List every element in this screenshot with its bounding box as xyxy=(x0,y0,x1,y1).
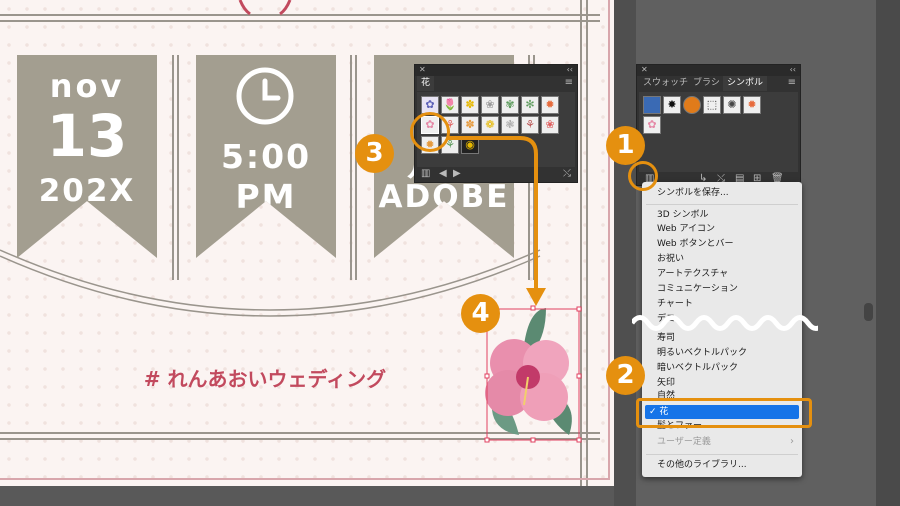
tab-brushes[interactable]: ブラシ xyxy=(689,76,724,91)
highlight-box xyxy=(636,398,812,428)
symbol-hibiscus[interactable]: ✿ xyxy=(643,116,661,134)
drag-arrow xyxy=(448,136,546,306)
panel-menu-icon[interactable]: ≡ xyxy=(788,77,796,88)
menu-item-other-library[interactable]: その他のライブラリ... xyxy=(657,459,747,472)
close-icon[interactable]: ✕ xyxy=(641,65,648,74)
close-icon[interactable]: ✕ xyxy=(419,65,426,74)
menu-item-art-texture[interactable]: アートテクスチャ xyxy=(657,268,728,281)
menu-item-dark-vector[interactable]: 暗いベクトルパック xyxy=(657,362,738,375)
menu-item-user-defined[interactable]: ユーザー定義 xyxy=(657,436,711,449)
menu-item-light-vector[interactable]: 明るいベクトルパック xyxy=(657,347,747,360)
callout-ring-1 xyxy=(628,161,658,191)
tab-swatches[interactable]: スウォッチ xyxy=(639,76,692,91)
workspace-strip xyxy=(614,0,636,506)
menu-item-chart[interactable]: チャート xyxy=(657,298,693,311)
tab-flower[interactable]: 花 xyxy=(417,76,435,91)
callout-1: 1 xyxy=(606,126,645,165)
symbols-panel[interactable]: ✕ ‹‹ スウォッチ ブラシ シンボル ≡ ✸ ⬚ ✺ ✹ ✿ ▥ ↳ ⤯ ▤ … xyxy=(636,64,801,186)
menu-item-communication[interactable]: コミュニケーション xyxy=(657,283,738,296)
scrollbar-thumb[interactable] xyxy=(864,303,873,321)
tab-symbols[interactable]: シンボル xyxy=(723,76,768,91)
menu-item-celebration[interactable]: お祝い xyxy=(657,253,684,266)
menu-separator xyxy=(646,454,798,455)
break-link-icon[interactable]: ⤯ xyxy=(563,168,571,179)
symbol-blue-bar[interactable] xyxy=(643,96,661,114)
callout-2: 2 xyxy=(606,356,645,395)
submenu-chevron-icon: › xyxy=(790,436,794,447)
menu-separator xyxy=(646,204,798,205)
symbol-frame[interactable]: ⬚ xyxy=(703,96,721,114)
menu-item-save[interactable]: シンボルを保存... xyxy=(657,187,729,200)
symbol-ring[interactable]: ✺ xyxy=(723,96,741,114)
menu-item-3d[interactable]: 3D シンボル xyxy=(657,209,709,222)
panel-header[interactable]: ✕ ‹‹ xyxy=(415,65,577,76)
panel-header[interactable]: ✕ ‹‹ xyxy=(637,65,800,76)
collapse-icon[interactable]: ‹‹ xyxy=(567,65,573,74)
symbol-flower[interactable]: ✹ xyxy=(743,96,761,114)
menu-item-web-icons[interactable]: Web アイコン xyxy=(657,223,715,236)
collapse-icon[interactable]: ‹‹ xyxy=(790,65,796,74)
symbol-grid: ✸ ⬚ ✺ ✹ ✿ xyxy=(639,92,798,172)
wavy-cut-line xyxy=(632,315,818,331)
panel-menu-icon[interactable]: ≡ xyxy=(565,77,573,88)
menu-item-web-buttons[interactable]: Web ボタンとバー xyxy=(657,238,733,251)
callout-3: 3 xyxy=(355,134,394,173)
menu-item-arrows[interactable]: 矢印 xyxy=(657,377,675,390)
callout-4: 4 xyxy=(461,294,500,333)
symbol-orange-ball[interactable] xyxy=(683,96,701,114)
symbol-splat[interactable]: ✸ xyxy=(663,96,681,114)
vertical-scrollbar[interactable] xyxy=(876,0,900,506)
